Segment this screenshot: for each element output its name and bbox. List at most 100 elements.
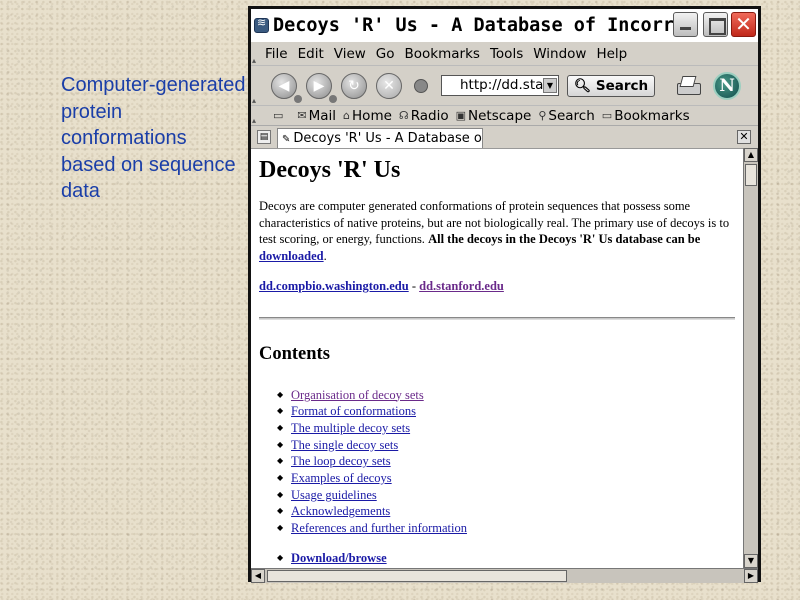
url-input[interactable]: http://dd.stan ▼: [441, 75, 559, 96]
bookmarks-button[interactable]: ▭ Bookmarks: [602, 108, 690, 124]
list-item: Examples of decoys: [277, 470, 735, 487]
menu-help[interactable]: Help: [596, 46, 627, 62]
intro-paragraph: Decoys are computer generated conformati…: [259, 198, 735, 264]
magnifier-icon: ⚲: [538, 109, 547, 122]
title-bar[interactable]: Decoys 'R' Us - A Database of Incorrect …: [251, 9, 758, 42]
home-icon: ⌂: [343, 109, 351, 122]
horizontal-scrollbar[interactable]: ◀ ▶: [251, 568, 758, 583]
forward-button[interactable]: ▶: [306, 72, 337, 103]
menu-file[interactable]: File: [265, 46, 288, 62]
mail-icon: ✉: [297, 109, 307, 122]
radio-label: Radio: [410, 107, 449, 124]
new-tab-icon[interactable]: ▤: [257, 130, 271, 144]
stop-icon: ✕: [383, 77, 395, 94]
contents-link[interactable]: Usage guidelines: [291, 488, 377, 502]
menu-view[interactable]: View: [334, 46, 366, 62]
contents-link[interactable]: The multiple decoy sets: [291, 421, 410, 435]
close-icon: ✕: [735, 12, 752, 36]
forward-dropdown-icon[interactable]: [329, 94, 337, 103]
download-browse-link[interactable]: Download/browse: [291, 551, 387, 565]
close-tab-icon[interactable]: ✕: [737, 130, 751, 144]
horizontal-scroll-thumb[interactable]: [267, 570, 567, 582]
list-item: References and further information: [277, 520, 735, 537]
back-dropdown-icon[interactable]: [294, 94, 302, 103]
reload-button[interactable]: ↻: [341, 72, 367, 99]
intro-bold-text: All the decoys in the Decoys 'R' Us data…: [428, 232, 701, 246]
downloaded-link[interactable]: downloaded: [259, 249, 324, 263]
slide-caption: Computer-generated protein conformations…: [61, 74, 246, 202]
stop-button[interactable]: ✕: [376, 72, 402, 99]
tab-bar: ▤ ✎ Decoys 'R' Us - A Database o… ✕: [251, 125, 758, 149]
search-link-button[interactable]: ⚲ Search: [538, 108, 594, 124]
download-list: Download/browse: [259, 550, 735, 567]
page-heading: Decoys 'R' Us: [259, 157, 401, 183]
scroll-up-icon[interactable]: ▲: [744, 148, 758, 162]
list-item: The single decoy sets: [277, 437, 735, 454]
mirror-stanford-link[interactable]: dd.stanford.edu: [419, 279, 504, 293]
back-arrow-icon: ◀: [278, 77, 290, 94]
back-button[interactable]: ◀: [271, 72, 302, 103]
netscape-button[interactable]: ▣ Netscape: [456, 108, 532, 124]
menu-edit[interactable]: Edit: [298, 46, 324, 62]
forward-arrow-icon: ▶: [313, 77, 325, 94]
contents-link[interactable]: The loop decoy sets: [291, 454, 391, 468]
browser-window: Decoys 'R' Us - A Database of Incorrect …: [248, 6, 761, 583]
maximize-button[interactable]: [703, 12, 728, 37]
reload-icon: ↻: [348, 77, 360, 94]
contents-link[interactable]: Format of conformations: [291, 404, 416, 418]
netscape-app-icon[interactable]: [254, 16, 269, 33]
home-button[interactable]: ⌂ Home: [343, 108, 392, 124]
netscape-throbber-logo[interactable]: N: [713, 71, 742, 100]
close-button[interactable]: ✕: [731, 12, 756, 37]
print-icon[interactable]: [675, 75, 702, 97]
contents-link[interactable]: Organisation of decoy sets: [291, 388, 424, 402]
bookmarks-menu-button[interactable]: ▭: [273, 109, 285, 122]
page-proxy-icon[interactable]: [414, 78, 428, 93]
headphones-icon: ☊: [398, 109, 409, 122]
mail-label: Mail: [308, 107, 337, 124]
menu-bookmarks[interactable]: Bookmarks: [405, 46, 480, 62]
menu-window[interactable]: Window: [533, 46, 586, 62]
menu-tools[interactable]: Tools: [490, 46, 523, 62]
mirror-washington-link[interactable]: dd.compbio.washington.edu: [259, 279, 409, 293]
window-title: Decoys 'R' Us - A Database of Incorrect …: [273, 15, 678, 36]
personal-toolbar: ▭ ✉Mail ⌂Home ☊Radio ▣Netscape ⚲Search ▭…: [251, 105, 758, 125]
search-button-label: Search: [595, 77, 649, 94]
contents-link[interactable]: Examples of decoys: [291, 471, 392, 485]
toolbar-grip[interactable]: [251, 66, 259, 105]
toolbar-grip[interactable]: [251, 42, 259, 65]
bookmarks-folder-icon: ▭: [273, 109, 284, 122]
contents-list: Organisation of decoy sets Format of con…: [259, 387, 735, 537]
search-button[interactable]: 🔍︎ Search: [567, 74, 656, 97]
page-content: Decoys 'R' Us Decoys are computer genera…: [251, 148, 743, 568]
tab-decoys[interactable]: ✎ Decoys 'R' Us - A Database o…: [277, 128, 483, 149]
scroll-down-icon[interactable]: ▼: [744, 554, 758, 568]
scroll-left-icon[interactable]: ◀: [251, 569, 265, 583]
horizontal-rule: [259, 316, 735, 320]
mail-button[interactable]: ✉ Mail: [297, 108, 336, 124]
search-icon: 🔍︎: [574, 77, 592, 94]
netscape-bookmark-icon: ▣: [455, 109, 467, 122]
minimize-button[interactable]: [673, 12, 698, 37]
list-item: Organisation of decoy sets: [277, 387, 735, 404]
contents-link[interactable]: The single decoy sets: [291, 438, 398, 452]
contents-link[interactable]: Acknowledgements: [291, 504, 390, 518]
search-link-label: Search: [548, 107, 595, 124]
list-item: The loop decoy sets: [277, 453, 735, 470]
netscape-label: Netscape: [468, 107, 532, 124]
menu-go[interactable]: Go: [376, 46, 395, 62]
list-item: The multiple decoy sets: [277, 420, 735, 437]
toolbar-grip[interactable]: [251, 106, 259, 125]
bookmarks-label: Bookmarks: [614, 107, 690, 124]
radio-button[interactable]: ☊ Radio: [399, 108, 449, 124]
period-text: .: [323, 248, 327, 263]
vertical-scroll-thumb[interactable]: [745, 164, 757, 186]
mirror-links: dd.compbio.washington.edu - dd.stanford.…: [259, 278, 735, 295]
url-dropdown-icon[interactable]: ▼: [543, 78, 557, 93]
vertical-scrollbar[interactable]: ▲ ▼: [743, 148, 758, 568]
contents-link[interactable]: References and further information: [291, 521, 467, 535]
mirror-separator: -: [408, 279, 420, 293]
list-item: Acknowledgements: [277, 503, 735, 520]
page-icon: ✎: [282, 134, 291, 145]
scroll-right-icon[interactable]: ▶: [744, 569, 758, 583]
